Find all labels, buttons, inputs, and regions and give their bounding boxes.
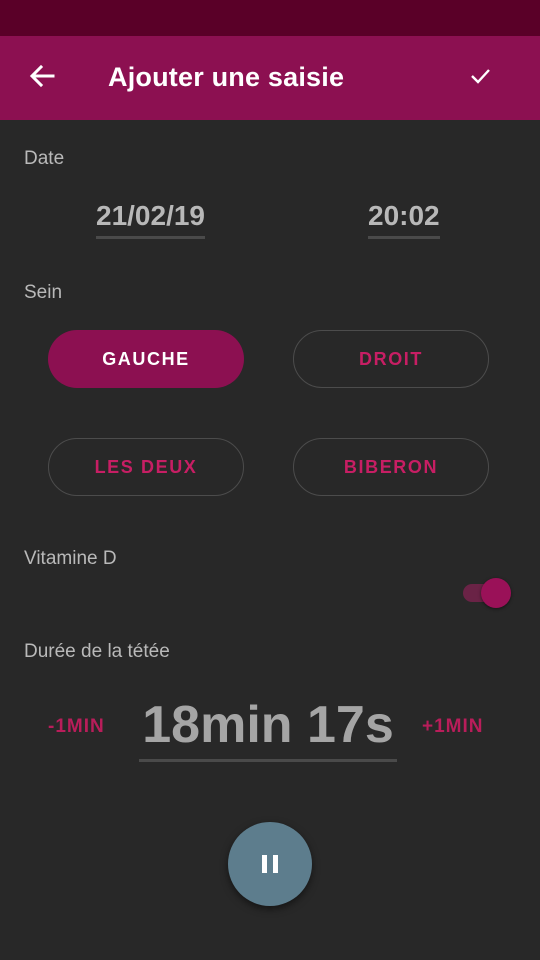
time-field[interactable]: 20:02 [368,200,440,239]
date-field[interactable]: 21/02/19 [96,200,205,239]
les-deux-button[interactable]: LES DEUX [48,438,244,496]
status-bar [0,0,540,36]
vitamine-d-label: Vitamine D [24,548,117,569]
page-title: Ajouter une saisie [108,62,345,92]
toggle-thumb [481,578,511,608]
sein-label: Sein [24,282,63,303]
duration-label: Durée de la tétée [24,641,170,662]
check-icon[interactable] [466,62,494,90]
duration-timer: 18min 17s [139,695,397,762]
biberon-button[interactable]: BIBERON [293,438,489,496]
pause-button[interactable] [228,822,312,906]
minus-one-minute-button[interactable]: -1MIN [48,716,105,738]
arrow-back-icon[interactable] [26,60,58,92]
plus-one-minute-button[interactable]: +1MIN [422,716,484,738]
pause-icon [262,855,278,873]
app-bar: Ajouter une saisie [0,36,540,120]
gauche-button[interactable]: GAUCHE [48,330,244,388]
date-label: Date [24,148,65,169]
droit-button[interactable]: DROIT [293,330,489,388]
